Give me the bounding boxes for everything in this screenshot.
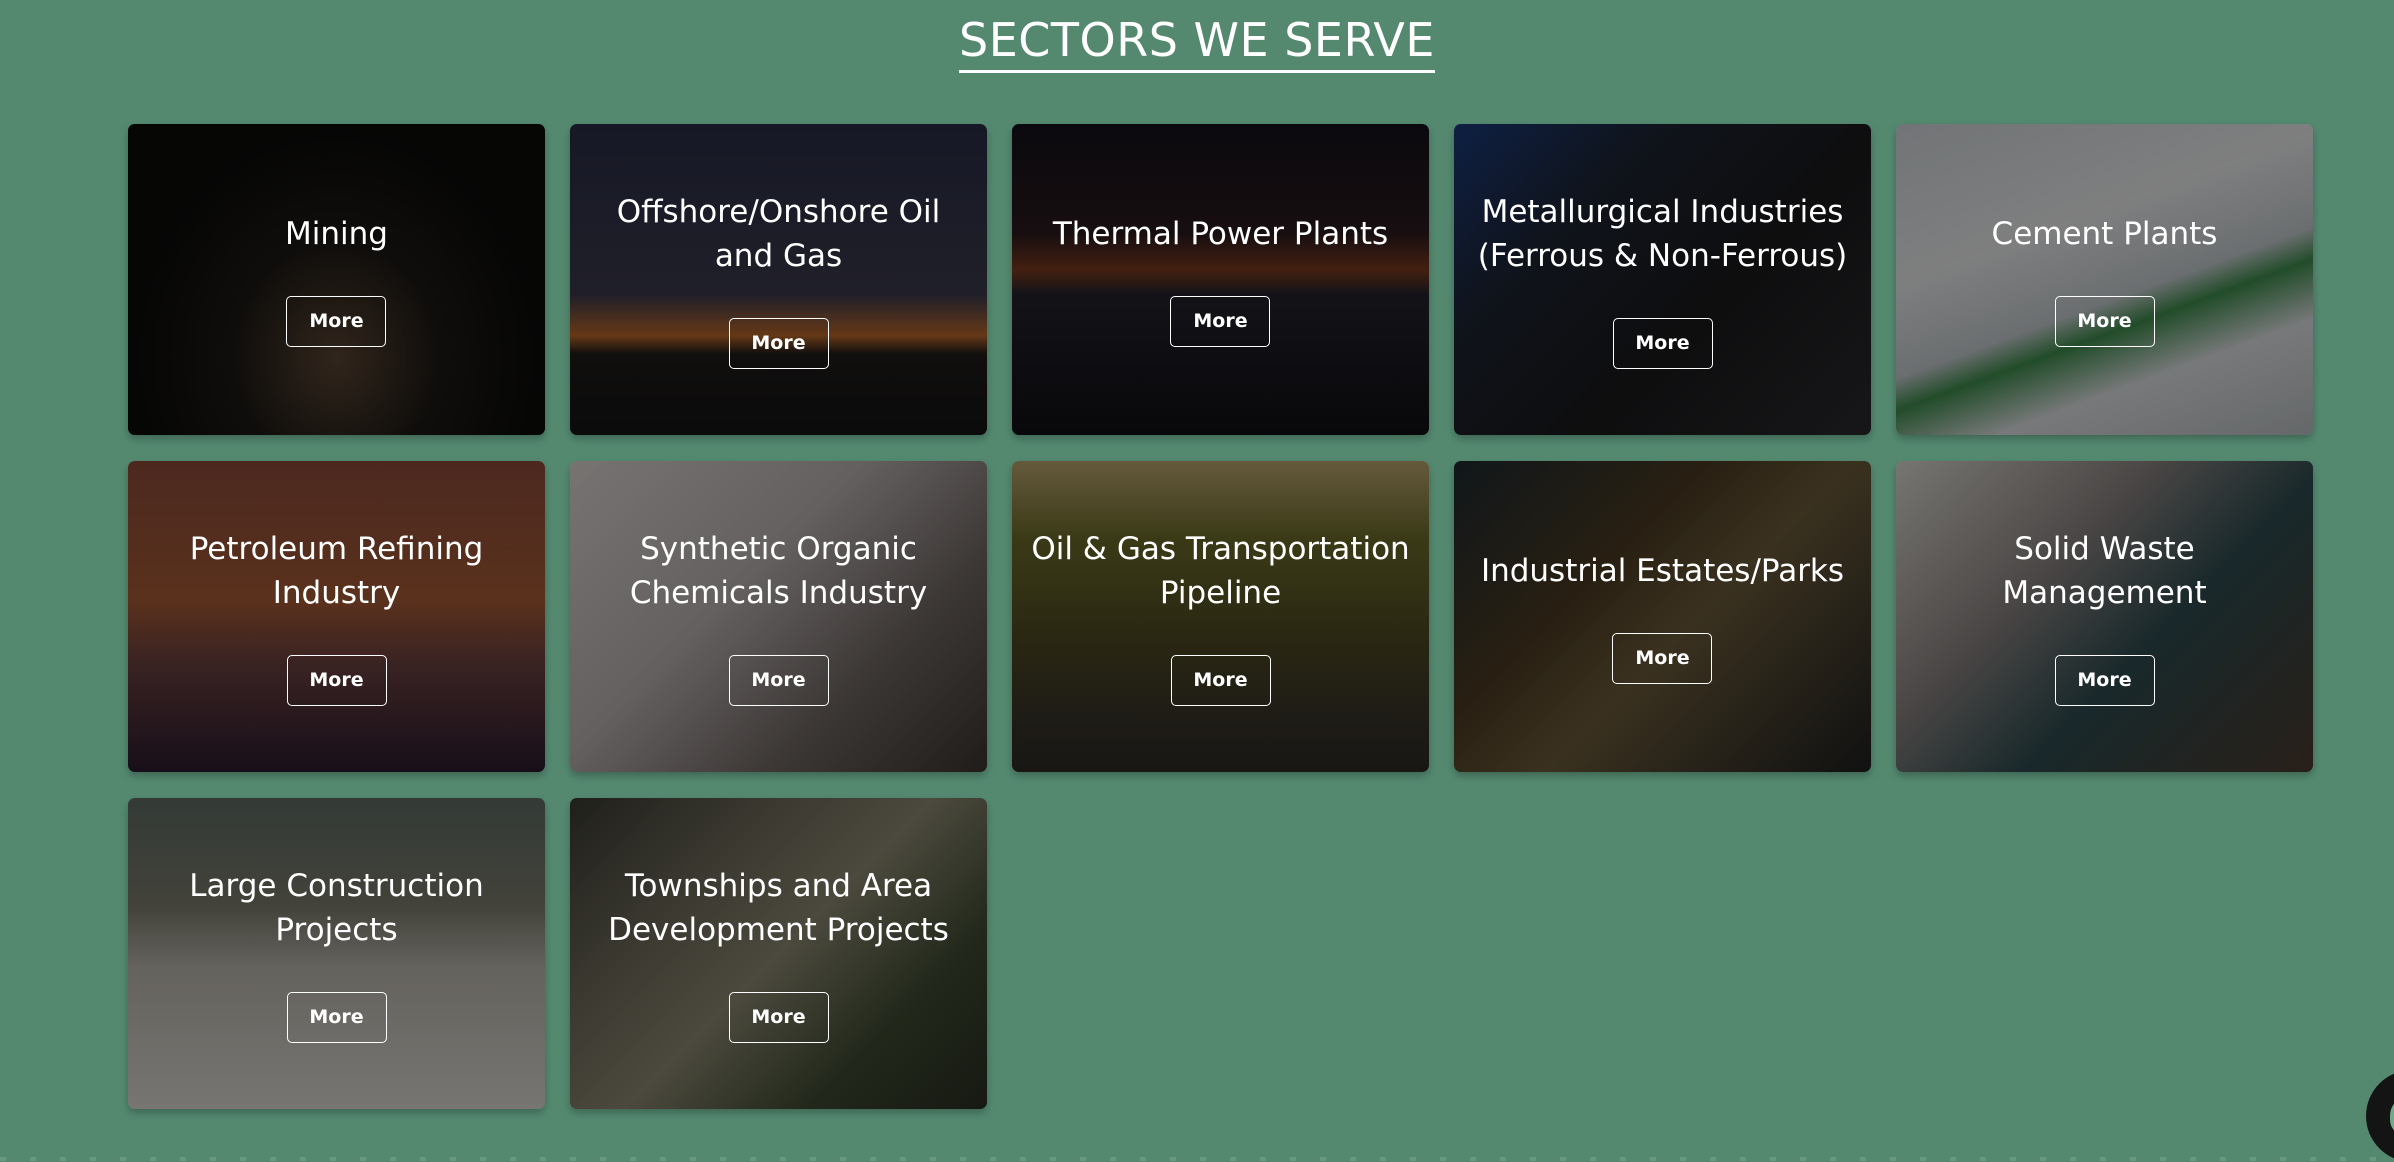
sector-title: Mining: [285, 216, 388, 252]
card-content: Cement Plants More: [1978, 212, 2232, 347]
sector-title: Thermal Power Plants: [1052, 216, 1389, 252]
sector-card-mining[interactable]: Mining More: [128, 124, 545, 435]
sector-title: Oil & Gas Transportation Pipeline: [1031, 531, 1410, 611]
sector-title: Industrial Estates/Parks: [1480, 553, 1845, 589]
more-button[interactable]: More: [1612, 633, 1713, 684]
sector-title: Metallurgical Industries (Ferrous & Non-…: [1477, 194, 1848, 274]
sector-card-synthetic-chemicals[interactable]: Synthetic Organic Chemicals Industry Mor…: [570, 461, 987, 772]
sector-card-metallurgical[interactable]: Metallurgical Industries (Ferrous & Non-…: [1454, 124, 1871, 435]
more-button[interactable]: More: [286, 296, 387, 347]
more-button[interactable]: More: [728, 992, 829, 1043]
card-content: Mining More: [271, 212, 402, 347]
card-content: Oil & Gas Transportation Pipeline More: [1012, 527, 1429, 706]
sector-card-solid-waste[interactable]: Solid Waste Management More: [1896, 461, 2313, 772]
card-content: Petroleum Refining Industry More: [128, 527, 545, 706]
sector-card-oil-gas[interactable]: Offshore/Onshore Oil and Gas More: [570, 124, 987, 435]
section-title: SECTORS WE SERVE: [959, 14, 1435, 73]
chat-bubble-icon: [2390, 1098, 2394, 1134]
sector-title: Cement Plants: [1991, 216, 2218, 252]
card-content: Offshore/Onshore Oil and Gas More: [570, 190, 987, 369]
sector-title: Solid Waste Management: [2002, 531, 2207, 611]
sector-title: Offshore/Onshore Oil and Gas: [616, 194, 941, 274]
sector-card-pipeline[interactable]: Oil & Gas Transportation Pipeline More: [1012, 461, 1429, 772]
sector-title: Synthetic Organic Chemicals Industry: [629, 531, 928, 611]
more-button[interactable]: More: [1612, 318, 1713, 369]
sector-card-petroleum-refining[interactable]: Petroleum Refining Industry More: [128, 461, 545, 772]
section-header: SECTORS WE SERVE: [0, 14, 2394, 73]
sector-title: Townships and Area Development Projects: [608, 868, 949, 948]
sector-card-townships[interactable]: Townships and Area Development Projects …: [570, 798, 987, 1109]
sector-card-cement[interactable]: Cement Plants More: [1896, 124, 2313, 435]
sector-title: Petroleum Refining Industry: [189, 531, 484, 611]
card-content: Large Construction Projects More: [128, 864, 545, 1043]
card-content: Townships and Area Development Projects …: [570, 864, 987, 1043]
card-content: Thermal Power Plants More: [1039, 212, 1402, 347]
more-button[interactable]: More: [2054, 296, 2155, 347]
sector-card-industrial-estates[interactable]: Industrial Estates/Parks More: [1454, 461, 1871, 772]
sector-card-thermal-power[interactable]: Thermal Power Plants More: [1012, 124, 1429, 435]
more-button[interactable]: More: [1170, 296, 1271, 347]
next-section-edge: [0, 1157, 2394, 1161]
more-button[interactable]: More: [286, 992, 387, 1043]
sector-card-large-construction[interactable]: Large Construction Projects More: [128, 798, 545, 1109]
sectors-grid: Mining More Offshore/Onshore Oil and Gas…: [128, 124, 2313, 1109]
more-button[interactable]: More: [728, 318, 829, 369]
more-button[interactable]: More: [286, 655, 387, 706]
more-button[interactable]: More: [2054, 655, 2155, 706]
card-content: Industrial Estates/Parks More: [1467, 549, 1858, 684]
more-button[interactable]: More: [1170, 655, 1271, 706]
card-content: Synthetic Organic Chemicals Industry Mor…: [570, 527, 987, 706]
card-content: Metallurgical Industries (Ferrous & Non-…: [1454, 190, 1871, 369]
sector-title: Large Construction Projects: [189, 868, 484, 948]
chat-widget-button[interactable]: [2366, 1070, 2394, 1162]
more-button[interactable]: More: [728, 655, 829, 706]
card-content: Solid Waste Management More: [1896, 527, 2313, 706]
